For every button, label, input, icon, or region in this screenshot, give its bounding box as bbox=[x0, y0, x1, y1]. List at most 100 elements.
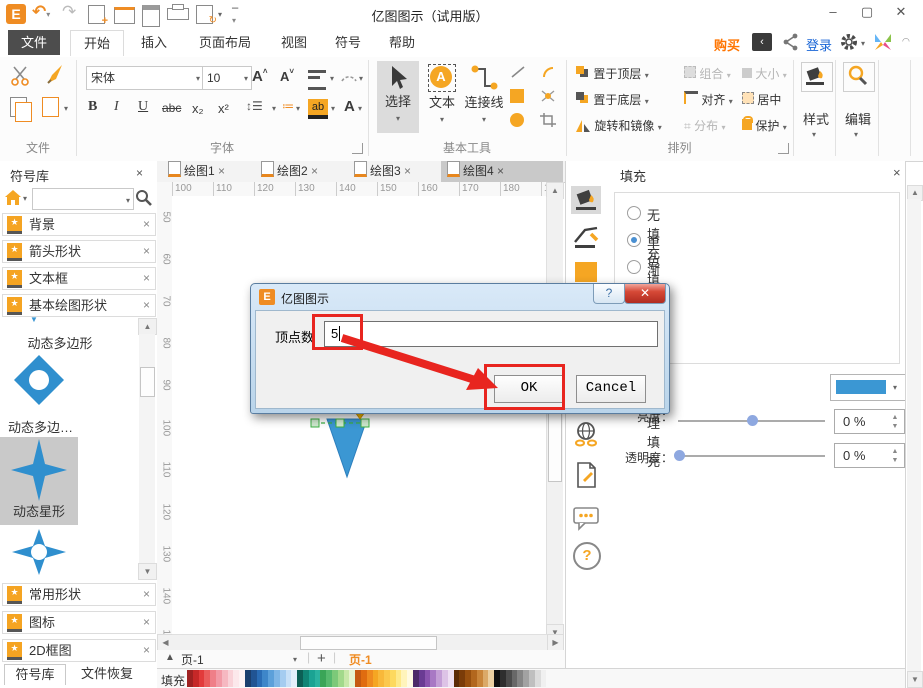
align-dropdown-icon[interactable]: ▾ bbox=[330, 75, 334, 83]
vertex-count-input[interactable]: 5 bbox=[324, 321, 658, 347]
radio-icon[interactable] bbox=[627, 260, 641, 274]
gear-icon[interactable] bbox=[840, 33, 858, 51]
tab-view[interactable]: 视图 bbox=[268, 30, 320, 55]
sidebar-tab-symbol-library[interactable]: 符号库 bbox=[4, 664, 66, 685]
doc-tab-4-active[interactable]: 绘图4 × bbox=[441, 161, 563, 182]
library-item-text-box[interactable]: ★文本框× bbox=[2, 267, 156, 290]
library-item-icons[interactable]: ★图标× bbox=[2, 611, 156, 634]
underline-button[interactable]: U bbox=[138, 99, 148, 115]
text-arc-icon[interactable] bbox=[340, 69, 358, 83]
edit-button[interactable] bbox=[843, 62, 875, 92]
maximize-button[interactable]: ▢ bbox=[852, 0, 882, 24]
fill-color-dropdown[interactable]: ▾ bbox=[830, 374, 906, 401]
highlight-button[interactable]: ab bbox=[308, 99, 328, 119]
doc-tab-close-icon[interactable]: × bbox=[404, 164, 411, 178]
arrange-dialog-launcher-icon[interactable] bbox=[778, 143, 789, 154]
font-color-dropdown-icon[interactable]: ▾ bbox=[358, 105, 362, 113]
radio-selected-icon[interactable] bbox=[627, 233, 641, 247]
sidebar-tab-file-recovery[interactable]: 文件恢复 bbox=[72, 664, 142, 684]
fill-panel-close-icon[interactable]: × bbox=[893, 165, 901, 180]
format-painter-icon[interactable] bbox=[42, 63, 66, 87]
paste-dropdown-icon[interactable]: ▾ bbox=[64, 105, 68, 113]
spin-up-icon[interactable]: ▲ bbox=[888, 448, 902, 455]
rotate-mirror-button[interactable]: 旋转和镜像 ▾ bbox=[576, 115, 662, 137]
font-dialog-launcher-icon[interactable] bbox=[352, 143, 363, 154]
group-button[interactable]: 组合 ▾ bbox=[684, 63, 731, 85]
doc-tab-2[interactable]: 绘图2 × bbox=[255, 161, 324, 182]
line-spacing-button[interactable]: ↕☰ bbox=[246, 99, 263, 113]
share-folder-icon[interactable]: ‹ bbox=[752, 33, 772, 51]
gallery-scroll-down-icon[interactable]: ▼ bbox=[138, 563, 157, 580]
tab-page-layout[interactable]: 页面布局 bbox=[186, 30, 264, 55]
library-item-common-shapes[interactable]: ★常用形状× bbox=[2, 583, 156, 606]
add-page-button[interactable]: + bbox=[317, 650, 326, 667]
font-name-select[interactable]: 宋体▾ bbox=[86, 66, 204, 90]
help-panel-icon[interactable]: ? bbox=[573, 542, 601, 570]
login-link[interactable]: 登录 bbox=[806, 35, 832, 54]
doc-tab-close-icon[interactable]: × bbox=[497, 164, 504, 178]
gear-dropdown-icon[interactable]: ▾ bbox=[861, 40, 865, 48]
center-button[interactable]: 居中 bbox=[742, 89, 781, 111]
distribute-button[interactable]: ⌗ 分布 ▾ bbox=[684, 115, 725, 137]
send-to-back-button[interactable]: 置于底层 ▾ bbox=[576, 89, 649, 111]
spin-up-icon[interactable]: ▲ bbox=[888, 414, 902, 421]
canvas-hscrollbar-thumb[interactable] bbox=[300, 636, 437, 650]
library-search-input[interactable]: ▾ bbox=[32, 188, 134, 210]
home-library-icon[interactable]: ▾ bbox=[4, 189, 28, 209]
font-color-button[interactable]: A bbox=[344, 98, 355, 115]
close-button[interactable]: ✕ bbox=[886, 0, 916, 24]
dialog-close-button[interactable]: ✕ bbox=[624, 284, 666, 304]
minimize-button[interactable]: – bbox=[818, 0, 848, 24]
size-button[interactable]: 大小 ▾ bbox=[742, 63, 787, 85]
library-item-2d-blocks[interactable]: ★2D框图× bbox=[2, 639, 156, 662]
arc-dropdown-icon[interactable]: ▾ bbox=[359, 75, 363, 83]
gallery-shape-dynamic-polygon[interactable] bbox=[12, 353, 66, 407]
grow-font-button[interactable]: A˄ bbox=[252, 67, 268, 85]
library-item-background[interactable]: ★背景× bbox=[2, 213, 156, 236]
page-select-dropdown-icon[interactable]: ▾ bbox=[293, 656, 297, 664]
pencil-tool-icon[interactable] bbox=[540, 89, 556, 103]
comment-panel-icon[interactable] bbox=[571, 504, 601, 532]
crop-tool-icon[interactable] bbox=[540, 113, 556, 127]
shadow-panel-icon[interactable] bbox=[575, 262, 597, 282]
spin-down-icon[interactable]: ▼ bbox=[888, 423, 902, 430]
rectangle-tool-icon[interactable] bbox=[510, 89, 524, 103]
dialog-help-button[interactable]: ? bbox=[593, 284, 625, 304]
quick-color-palette[interactable] bbox=[187, 670, 549, 687]
style-dropdown-icon[interactable]: ▾ bbox=[812, 131, 816, 139]
line-style-panel-icon[interactable] bbox=[571, 224, 601, 252]
text-tool-button[interactable]: A 文本 ▾ bbox=[423, 61, 461, 133]
collapse-ribbon-icon[interactable]: ◠ bbox=[902, 36, 910, 47]
opacity-slider[interactable] bbox=[678, 455, 825, 457]
buy-button[interactable]: 购买 bbox=[714, 35, 740, 54]
tab-file[interactable]: 文件 bbox=[8, 30, 60, 55]
connector-tool-button[interactable]: 连接线 ▾ bbox=[462, 61, 506, 133]
cancel-button[interactable]: Cancel bbox=[576, 375, 646, 403]
opacity-spinner[interactable]: 0 %▲▼ bbox=[834, 443, 905, 468]
strikethrough-button[interactable]: abc bbox=[162, 101, 181, 115]
ellipse-tool-icon[interactable] bbox=[510, 113, 524, 127]
tab-insert[interactable]: 插入 bbox=[128, 30, 180, 55]
align-button[interactable]: 对齐 ▾ bbox=[684, 89, 733, 111]
gallery-shape-dynamic-star2[interactable] bbox=[12, 529, 66, 575]
library-item-basic-shapes[interactable]: ★基本绘图形状× bbox=[2, 294, 156, 317]
line-spacing-dropdown-icon[interactable]: ▾ bbox=[272, 105, 276, 113]
note-panel-icon[interactable] bbox=[571, 460, 601, 488]
shrink-font-button[interactable]: A˅ bbox=[280, 67, 294, 84]
italic-button[interactable]: I bbox=[114, 99, 119, 115]
canvas-shape-triangle[interactable] bbox=[305, 408, 385, 483]
doc-tab-3[interactable]: 绘图3 × bbox=[348, 161, 417, 182]
arc-tool-icon[interactable] bbox=[540, 65, 556, 79]
highlight-dropdown-icon[interactable]: ▾ bbox=[331, 105, 335, 113]
bullet-list-button[interactable]: ≔ bbox=[282, 99, 294, 113]
page-select[interactable]: 页-1 bbox=[181, 651, 204, 668]
doc-tab-close-icon[interactable]: × bbox=[218, 164, 225, 178]
gallery-scroll-up-icon[interactable]: ▲ bbox=[138, 318, 157, 335]
align-text-icon[interactable] bbox=[308, 70, 326, 90]
pinwheel-logo-icon[interactable] bbox=[872, 31, 894, 53]
radio-icon[interactable] bbox=[627, 206, 641, 220]
gallery-shape-dynamic-star-selected[interactable]: 动态星形 bbox=[0, 437, 78, 525]
font-size-select[interactable]: 10▾ bbox=[202, 66, 252, 90]
page-tab-active[interactable]: 页-1 bbox=[349, 651, 372, 668]
opacity-slider-thumb[interactable] bbox=[674, 450, 685, 461]
